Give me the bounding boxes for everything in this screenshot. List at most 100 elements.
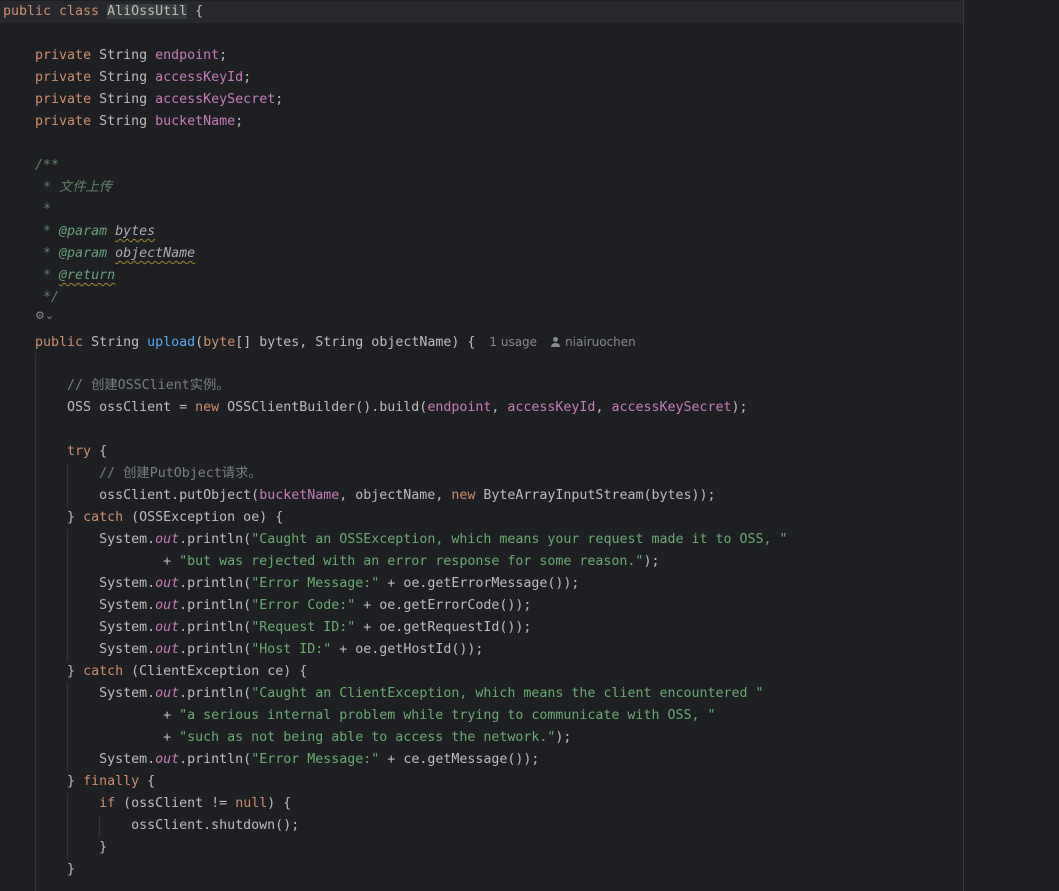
code-line[interactable]: private String endpoint; <box>3 45 788 67</box>
code-text: .println( <box>179 642 252 657</box>
code-line[interactable]: } <box>3 859 788 881</box>
keyword-token: private <box>35 70 100 85</box>
code-line[interactable]: } <box>3 837 788 859</box>
person-icon <box>551 337 561 347</box>
code-line[interactable]: public class AliOssUtil { <box>3 1 788 23</box>
class-name-token: AliOssUtil <box>107 4 188 19</box>
code-line[interactable]: ossClient.shutdown(); <box>3 815 788 837</box>
code-line[interactable]: * @param bytes <box>3 221 788 243</box>
code-content[interactable]: public class AliOssUtil { private String… <box>3 1 788 881</box>
code-text: .println( <box>179 620 252 635</box>
code-text: System. <box>3 532 156 547</box>
code-text: ossClient.shutdown(); <box>3 818 300 833</box>
static-field-token: out <box>155 620 180 635</box>
keyword-token: private <box>35 48 100 63</box>
field-token: bucketName <box>155 114 236 129</box>
string-token: "but was rejected with an error response… <box>179 554 644 569</box>
string-token: "Error Message:" <box>251 752 380 767</box>
code-line[interactable]: OSS ossClient = new OSSClientBuilder().b… <box>3 397 788 419</box>
code-line[interactable]: System.out.println("Request ID:" + oe.ge… <box>3 617 788 639</box>
code-text: ; <box>243 70 252 85</box>
code-text: .println( <box>179 686 252 701</box>
code-text: { <box>99 444 108 459</box>
code-line[interactable]: // 创建OSSClient实例。 <box>3 375 788 397</box>
code-line[interactable] <box>3 419 788 441</box>
code-line[interactable]: } finally { <box>3 771 788 793</box>
code-line[interactable]: * @return <box>3 265 788 287</box>
static-field-token: out <box>155 598 180 613</box>
code-text: System. <box>3 620 156 635</box>
right-margin-guide <box>963 0 964 891</box>
code-text: + ce.getMessage()); <box>379 752 540 767</box>
code-line[interactable] <box>3 309 788 331</box>
code-text: ); <box>555 730 572 745</box>
code-line[interactable]: // 创建PutObject请求。 <box>3 463 788 485</box>
code-text: System. <box>3 598 156 613</box>
code-line[interactable]: if (ossClient != null) { <box>3 793 788 815</box>
code-text: } <box>3 862 76 877</box>
code-line[interactable]: + "such as not being able to access the … <box>3 727 788 749</box>
string-token: "Error Message:" <box>251 576 380 591</box>
code-text: { <box>147 774 156 789</box>
code-text: .println( <box>179 532 252 547</box>
code-text: } <box>3 664 84 679</box>
code-line[interactable]: ossClient.putObject(bucketName, objectNa… <box>3 485 788 507</box>
keyword-token: new <box>195 400 228 415</box>
code-text: ; <box>219 48 228 63</box>
code-text: } <box>3 510 84 525</box>
code-line[interactable]: } catch (ClientException ce) { <box>3 661 788 683</box>
code-editor[interactable]: ⚙⌄ public class AliOssUtil { private Str… <box>0 0 1059 891</box>
keyword-token: finally <box>83 774 148 789</box>
keyword-token: private <box>35 92 100 107</box>
code-line[interactable]: public String upload(byte[] bytes, Strin… <box>3 331 788 353</box>
field-token: bucketName <box>259 488 340 503</box>
code-line[interactable]: * 文件上传 <box>3 177 788 199</box>
code-line[interactable]: System.out.println("Caught an OSSExcepti… <box>3 529 788 551</box>
code-line[interactable]: private String accessKeySecret; <box>3 89 788 111</box>
doc-tag-token: @return <box>59 268 116 283</box>
code-text: + <box>3 554 180 569</box>
code-line[interactable]: System.out.println("Caught an ClientExce… <box>3 683 788 705</box>
code-line[interactable]: + "but was rejected with an error respon… <box>3 551 788 573</box>
code-line[interactable]: * @param objectName <box>3 243 788 265</box>
doc-comment-token: * <box>43 224 60 239</box>
code-text: .println( <box>179 576 252 591</box>
code-line[interactable] <box>3 353 788 375</box>
code-line[interactable]: System.out.println("Error Message:" + oe… <box>3 573 788 595</box>
code-text: ); <box>643 554 660 569</box>
code-line[interactable]: } catch (OSSException oe) { <box>3 507 788 529</box>
code-line[interactable]: System.out.println("Host ID:" + oe.getHo… <box>3 639 788 661</box>
code-line[interactable]: private String accessKeyId; <box>3 67 788 89</box>
doc-comment-token: * <box>43 202 52 217</box>
code-line[interactable]: System.out.println("Error Code:" + oe.ge… <box>3 595 788 617</box>
static-field-token: out <box>155 642 180 657</box>
usage-count-inlay[interactable]: 1 usage <box>489 335 537 349</box>
code-line[interactable] <box>3 23 788 45</box>
field-token: endpoint <box>155 48 220 63</box>
code-line[interactable]: */ <box>3 287 788 309</box>
code-line[interactable]: private String bucketName; <box>3 111 788 133</box>
code-line[interactable]: try { <box>3 441 788 463</box>
doc-tag-token: @param <box>59 246 116 261</box>
string-token: "such as not being able to access the ne… <box>179 730 556 745</box>
code-text: String <box>99 92 156 107</box>
code-text: .println( <box>179 598 252 613</box>
string-token: "Host ID:" <box>251 642 332 657</box>
keyword-token: try <box>67 444 100 459</box>
code-text: + oe.getHostId()); <box>331 642 484 657</box>
code-line[interactable]: /** <box>3 155 788 177</box>
code-line[interactable]: * <box>3 199 788 221</box>
code-text: (ClientException ce) { <box>131 664 308 679</box>
code-line[interactable] <box>3 133 788 155</box>
code-line[interactable]: + "a serious internal problem while tryi… <box>3 705 788 727</box>
code-line[interactable]: System.out.println("Error Message:" + ce… <box>3 749 788 771</box>
author-inlay[interactable]: niairuochen <box>551 335 636 349</box>
